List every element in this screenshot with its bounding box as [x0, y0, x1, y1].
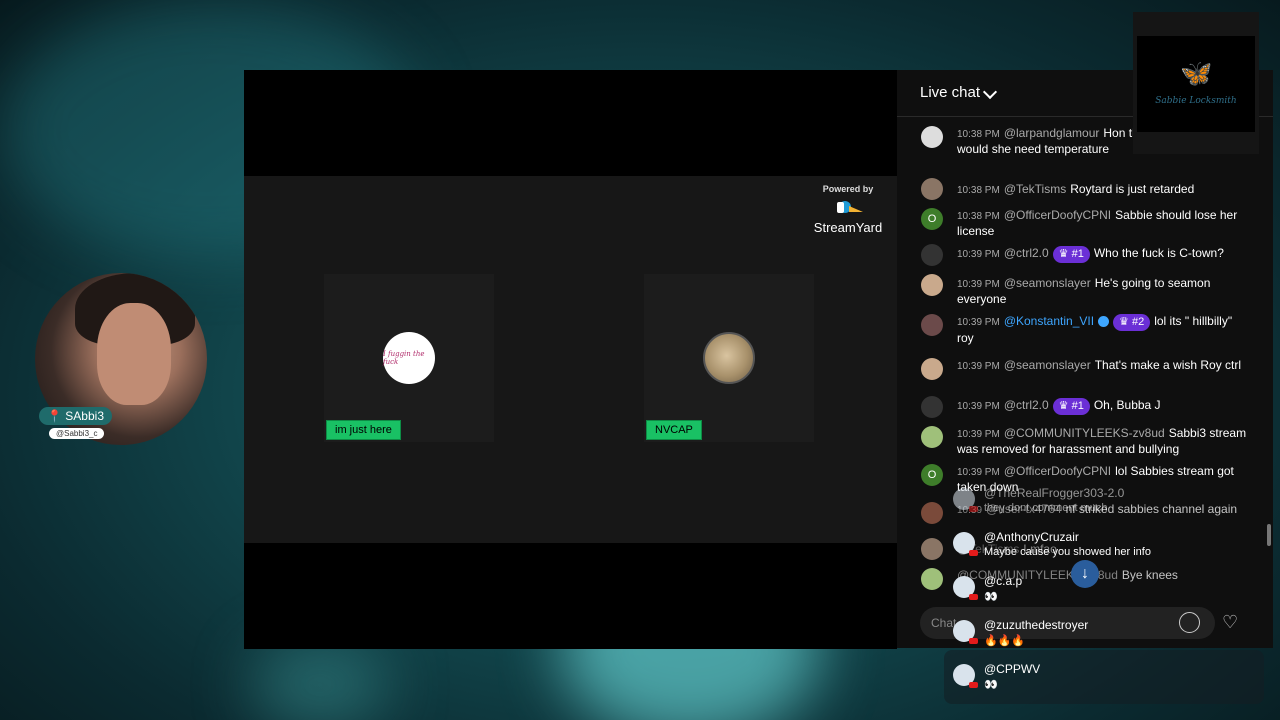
overlay-panel — [944, 650, 1264, 704]
avatar — [921, 314, 943, 336]
stage-canvas: Powered by StreamYard I fuggin the fuck … — [244, 176, 897, 543]
avatar — [921, 538, 943, 560]
avatar — [921, 178, 943, 200]
verified-icon — [1098, 316, 1110, 328]
chat-message: 10:39 PM @COMMUNITYLEEKS-zv8ud Sabbi3 stre… — [957, 426, 1247, 456]
location-pin-icon: 📍 — [47, 409, 62, 423]
chat-title[interactable]: Live chat — [920, 84, 980, 101]
avatar — [953, 488, 978, 512]
chat-message: 10:39 PM @seamonslayer He's going to seamo… — [957, 276, 1211, 306]
chat-message: 10:39 PM @ctrl2.0 ♛ #1 Oh, Bubba J — [957, 398, 1247, 415]
avatar — [921, 274, 943, 296]
participant-tile[interactable]: NVCAP — [644, 274, 814, 442]
avatar: O — [921, 208, 943, 230]
participant-avatar-text: I fuggin the fuck — [383, 350, 425, 366]
brand-text: Sabbie Locksmith — [1155, 96, 1237, 106]
avatar — [921, 568, 943, 590]
webcam-name: SAbbi3 — [65, 409, 104, 423]
participant-avatar — [703, 332, 755, 384]
powered-by-streamyard: Powered by StreamYard — [808, 184, 888, 235]
avatar — [921, 126, 943, 148]
emoji-icon[interactable] — [1179, 612, 1200, 633]
streamyard-label: StreamYard — [813, 220, 883, 235]
chevron-down-icon[interactable] — [982, 84, 998, 100]
participant-avatar: I fuggin the fuck — [383, 332, 435, 384]
participant-tile[interactable]: I fuggin the fuck im just here — [324, 274, 494, 442]
avatar — [953, 620, 978, 644]
avatar — [953, 576, 978, 600]
chat-message: 10:38 PM @OfficerDoofyCPNI Sabbie should l… — [957, 208, 1238, 238]
butterfly-icon: 🦋 — [1180, 58, 1213, 88]
live-chat-panel: Live chat 10:38 PM@larpandglamourHon the… — [897, 70, 1273, 648]
member-badge: ♛ #1 — [1052, 398, 1090, 415]
avatar — [921, 358, 943, 380]
avatar — [921, 396, 943, 418]
webcam-handle: @Sabbi3_c — [49, 428, 105, 439]
webcam-name-tag: 📍 SAbbi3 — [39, 407, 112, 425]
avatar — [921, 426, 943, 448]
brand-overlay: 🦋 Sabbie Locksmith — [1133, 12, 1259, 154]
heart-icon[interactable]: ♡ — [1222, 612, 1238, 633]
webcam-face — [97, 303, 171, 405]
member-badge: ♛ #2 — [1113, 314, 1151, 331]
chat-message: 10:39 PM @seamonslayer That's make a wish … — [957, 358, 1242, 372]
member-badge: ♛ #1 — [1052, 246, 1090, 263]
avatar — [921, 244, 943, 266]
streamyard-logo-icon — [831, 198, 865, 220]
avatar — [921, 502, 943, 524]
avatar: O — [921, 464, 943, 486]
participant-name-tag: NVCAP — [646, 420, 702, 440]
avatar — [953, 664, 978, 688]
chat-messages[interactable]: 10:38 PM@larpandglamourHon thermostats w… — [897, 122, 1257, 592]
chat-scrollbar[interactable] — [1267, 524, 1271, 546]
chat-message: 10:39 PM @ctrl2.0 ♛ #1 Who the fuck is C-to… — [957, 246, 1247, 263]
brand-logo: 🦋 Sabbie Locksmith — [1137, 36, 1255, 132]
avatar — [953, 532, 978, 556]
stream-stage: Powered by StreamYard I fuggin the fuck … — [244, 70, 897, 649]
scroll-down-button[interactable]: ↓ — [1071, 560, 1099, 588]
background-glow — [250, 640, 390, 720]
participant-name-tag: im just here — [326, 420, 401, 440]
chat-message: 10:39 PM @Konstantin_VII ♛ #2 lol its " hil… — [957, 314, 1233, 345]
powered-by-label: Powered by — [822, 184, 874, 194]
chat-message: 10:38 PM @TekTisms Roytard is just retarde… — [957, 182, 1195, 196]
